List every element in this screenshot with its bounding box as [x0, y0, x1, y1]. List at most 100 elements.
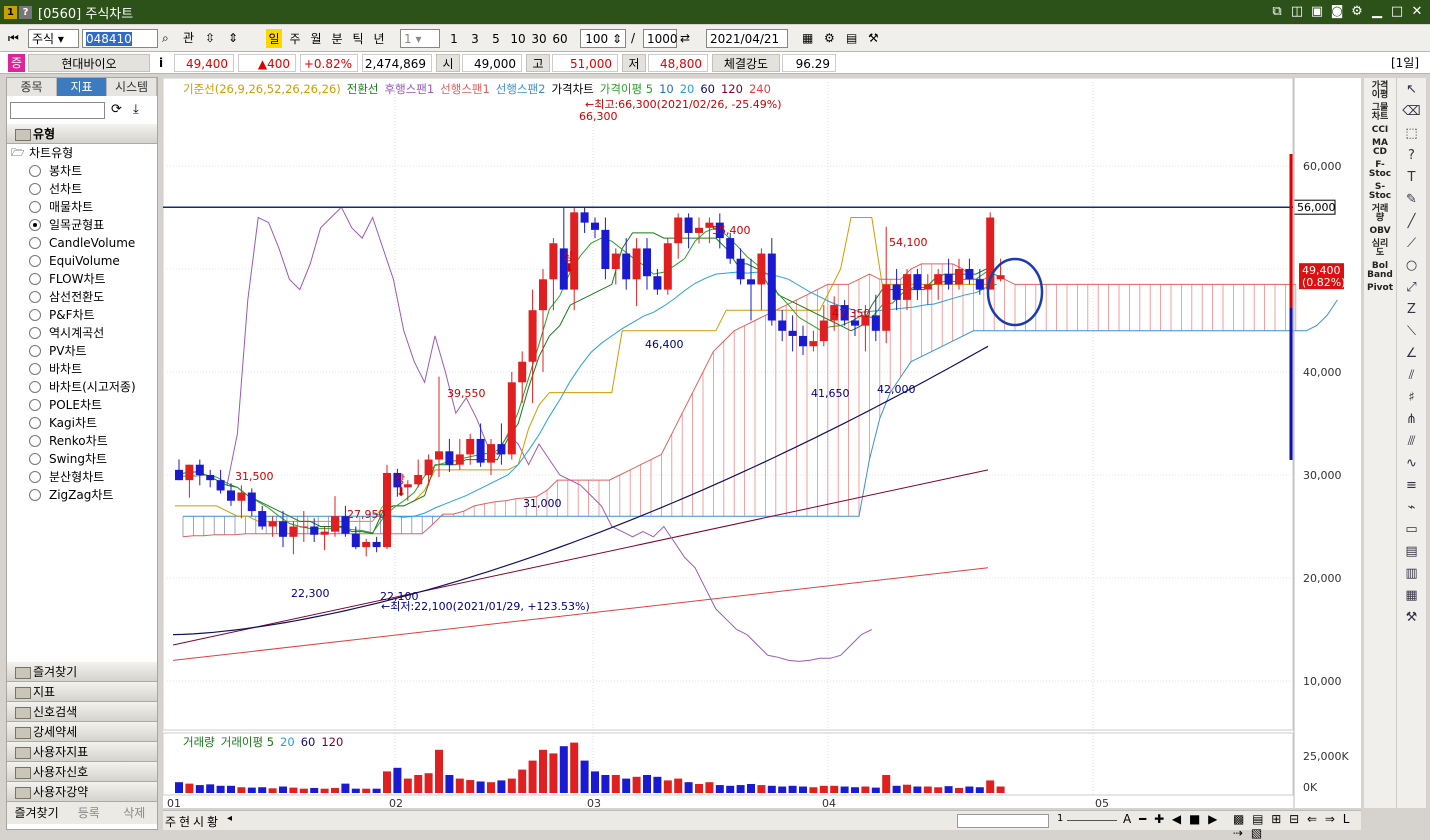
candle-body[interactable] — [643, 248, 651, 277]
candle-body[interactable] — [913, 274, 922, 290]
volume-bar[interactable] — [830, 785, 839, 793]
volume-bar[interactable] — [185, 783, 194, 793]
candle-body[interactable] — [674, 217, 683, 244]
radio-button[interactable] — [29, 399, 41, 411]
interval-60-button[interactable]: 60 — [550, 29, 570, 48]
candle-body[interactable] — [466, 438, 475, 455]
legend-item[interactable]: 후행스팬1 — [385, 82, 435, 96]
grid-tool-icon[interactable]: ♯ — [1402, 388, 1422, 408]
candle-body[interactable] — [331, 516, 339, 532]
radio-button[interactable] — [29, 363, 41, 375]
candle-body[interactable] — [487, 444, 495, 463]
candle-body[interactable] — [580, 212, 589, 223]
candle-body[interactable] — [476, 438, 485, 463]
indicator-shortcut[interactable]: OBV — [1364, 227, 1396, 236]
tab-week[interactable]: 주 — [165, 813, 176, 830]
radio-button[interactable] — [29, 273, 41, 285]
volume-bar[interactable] — [975, 787, 984, 793]
volume-bar[interactable] — [986, 780, 995, 793]
volume-bar[interactable] — [528, 760, 537, 793]
volume-bar[interactable] — [175, 782, 183, 793]
candle-body[interactable] — [757, 253, 766, 285]
section-user-strength[interactable]: 사용자강약 — [7, 782, 157, 802]
volume-bar[interactable] — [747, 784, 755, 793]
volume-bar[interactable] — [497, 780, 506, 793]
circle-tool-icon[interactable]: ○ — [1402, 256, 1422, 276]
split-window-icon[interactable]: ◫ — [1288, 3, 1306, 21]
chart-area[interactable]: 60,00050,00040,00030,00020,00010,0000102… — [163, 78, 1361, 808]
volume-bar[interactable] — [445, 775, 454, 793]
legend-item[interactable]: 거래량 — [183, 735, 215, 749]
candle-body[interactable] — [445, 451, 454, 465]
window-icon[interactable]: ▭ — [1402, 520, 1422, 540]
favorites-button[interactable]: 즐겨찾기 — [7, 802, 66, 824]
indicator-shortcut[interactable]: Bol Band — [1364, 262, 1396, 280]
volume-bar[interactable] — [320, 788, 329, 793]
candle-body[interactable] — [247, 492, 256, 512]
radio-button[interactable] — [29, 327, 41, 339]
candle-body[interactable] — [975, 279, 984, 290]
candle-body[interactable] — [767, 253, 776, 321]
close-button[interactable]: ✕ — [1408, 3, 1426, 21]
indicator-shortcut[interactable]: F- Stoc — [1364, 161, 1396, 179]
chart-type-option[interactable]: CandleVolume — [7, 234, 157, 252]
candle-body[interactable] — [819, 320, 828, 342]
candle-body[interactable] — [195, 464, 204, 475]
candle-body[interactable] — [892, 284, 901, 300]
angle-tool-icon[interactable]: ∠ — [1402, 344, 1422, 364]
volume-bar[interactable] — [778, 786, 787, 793]
candle-body[interactable] — [227, 490, 235, 501]
legend-item[interactable]: 20 — [680, 82, 695, 96]
volume-bar[interactable] — [237, 787, 246, 793]
ratio-tool-icon[interactable]: ⟍ — [1402, 322, 1422, 342]
radio-button[interactable] — [29, 417, 41, 429]
volume-bar[interactable] — [299, 788, 308, 793]
radio-button[interactable] — [29, 453, 41, 465]
tab-system[interactable]: 시스템 — [107, 78, 157, 96]
volume-bar[interactable] — [570, 742, 579, 793]
radio-button[interactable] — [29, 471, 41, 483]
candle-body[interactable] — [455, 454, 464, 465]
candle-body[interactable] — [539, 279, 547, 311]
candle-body[interactable] — [414, 475, 423, 485]
tab-indicator[interactable]: 지표 — [57, 78, 107, 96]
volume-bar[interactable] — [414, 775, 423, 793]
radio-button[interactable] — [29, 165, 41, 177]
volume-bar[interactable] — [653, 776, 662, 793]
candle-body[interactable] — [268, 521, 277, 527]
horizontal-scrollbar[interactable] — [957, 814, 1049, 828]
volume-bar[interactable] — [903, 784, 911, 793]
chart-type-option[interactable]: 봉차트 — [7, 162, 157, 180]
volume-bar[interactable] — [507, 778, 516, 793]
chart-type-option[interactable]: 선차트 — [7, 180, 157, 198]
candle-body[interactable] — [871, 315, 880, 331]
indicator-shortcut[interactable]: S- Stoc — [1364, 183, 1396, 201]
volume-bar[interactable] — [580, 760, 589, 793]
market-select[interactable]: 주식 ▾ — [28, 29, 79, 48]
legend-item[interactable]: 기준선(26,9,26,52,26,26,26) — [183, 82, 341, 96]
candle-body[interactable] — [944, 274, 953, 285]
candle-body[interactable] — [351, 533, 360, 548]
volume-bar[interactable] — [643, 775, 651, 793]
select-all-icon[interactable]: ⬚ — [1402, 124, 1422, 144]
volume-bar[interactable] — [206, 784, 215, 793]
indicator-search-input[interactable] — [10, 102, 105, 119]
candle-body[interactable] — [185, 464, 194, 481]
volume-bar[interactable] — [871, 787, 880, 793]
volume-bar[interactable] — [809, 787, 818, 793]
candle-body[interactable] — [632, 248, 641, 280]
volume-bar[interactable] — [819, 785, 828, 793]
chart-type-option[interactable]: 바차트 — [7, 360, 157, 378]
volume-bar[interactable] — [611, 775, 620, 793]
chart-type-option[interactable]: 분산형차트 — [7, 468, 157, 486]
legend-item[interactable]: 가격이평 5 — [600, 82, 653, 96]
radio-button[interactable] — [29, 381, 41, 393]
volume-bar[interactable] — [726, 785, 735, 793]
auto-tool-icon[interactable]: ⌁ — [1402, 498, 1422, 518]
volume-bar[interactable] — [476, 781, 485, 793]
candle-body[interactable] — [216, 480, 225, 491]
volume-bar[interactable] — [882, 775, 891, 793]
register-button[interactable]: 등록 — [66, 802, 111, 824]
volume-bar[interactable] — [227, 785, 235, 793]
related-button[interactable]: 관 — [183, 29, 194, 48]
